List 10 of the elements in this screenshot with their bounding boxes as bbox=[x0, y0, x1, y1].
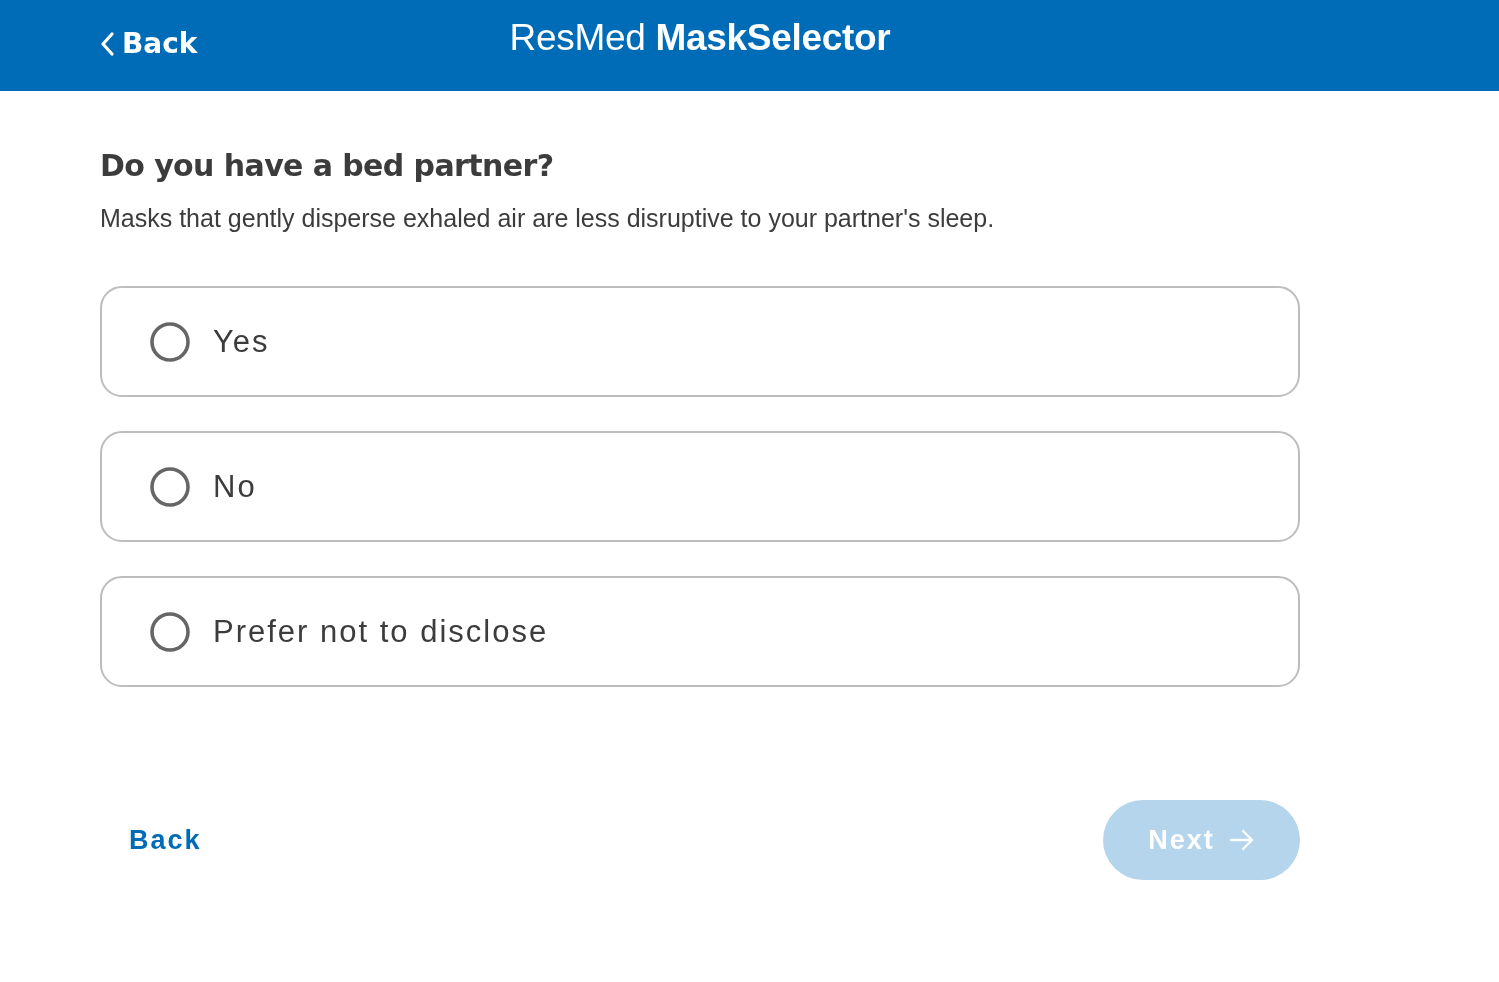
chevron-left-icon bbox=[100, 31, 114, 56]
back-link[interactable]: Back bbox=[129, 824, 202, 856]
question-description: Masks that gently disperse exhaled air are less disruptive to your partner's sleep. bbox=[100, 203, 996, 234]
app-title: ResMed MaskSelector bbox=[509, 16, 891, 59]
back-button[interactable]: Back bbox=[100, 27, 198, 60]
question-title: Do you have a bed partner? bbox=[100, 147, 555, 185]
answer-option[interactable]: No bbox=[100, 431, 1300, 542]
arrow-right-icon bbox=[1228, 829, 1255, 851]
answer-option[interactable]: Prefer not to disclose bbox=[100, 576, 1300, 687]
answer-option[interactable]: Yes bbox=[100, 286, 1300, 397]
